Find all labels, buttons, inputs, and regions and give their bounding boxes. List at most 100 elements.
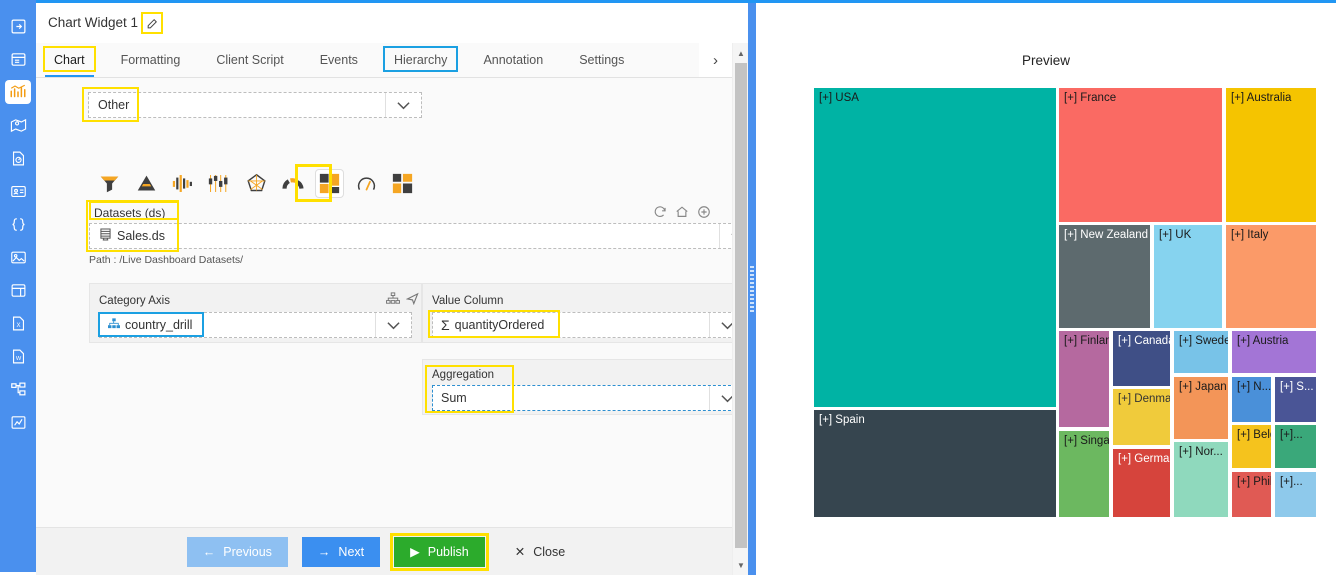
add-circle-icon[interactable] [697,205,712,220]
treemap-tile[interactable]: [+] Canada [1113,331,1170,386]
play-icon: ▶ [410,545,420,559]
chart-type-icon-bar [96,167,416,199]
histogram-chart-icon[interactable] [169,170,196,197]
treemap-tile[interactable]: [+] Austria [1232,331,1316,373]
treemap-tile[interactable]: [+] Singap... [1059,431,1109,517]
treemap-tile[interactable]: [+] Italy [1226,225,1316,328]
treemap-tile[interactable]: [+] Germany [1113,449,1170,517]
analytics-icon[interactable] [5,410,31,434]
treemap-tile-label: [+]... [1280,476,1303,488]
sigma-icon: Σ [441,317,450,333]
treemap-tile[interactable]: [+] Belg... [1232,425,1271,468]
editor-scrollbar[interactable]: ▲ ▼ [732,43,748,575]
dashboard-icon[interactable] [5,47,31,71]
chevron-down-icon[interactable] [385,93,421,117]
tab-chart-label: Chart [54,53,85,67]
treemap-tile[interactable]: [+] USA [814,88,1056,407]
hierarchy-tree-icon[interactable] [5,377,31,401]
code-braces-icon[interactable] [5,212,31,236]
publish-button[interactable]: ▶ Publish [390,532,489,571]
preview-pane: Preview [+] USA [+] Spain [+] France [+] Au… [756,3,1336,575]
tab-annotation[interactable]: Annotation [465,43,561,77]
tab-client-script-label: Client Script [216,53,284,67]
datasets-toolbar [653,205,712,220]
treemap-tile[interactable]: [+] New Zealand [1059,225,1150,328]
treemap-tile[interactable]: [+] Japan [1174,377,1228,439]
hierarchy-tool-icon[interactable] [386,292,400,310]
aggregation-select[interactable]: Sum [432,385,746,411]
splitter-grip [750,266,754,312]
datasets-select[interactable]: Sales.ds [89,223,756,249]
radar-chart-icon[interactable] [243,170,270,197]
refresh-icon[interactable] [653,205,668,220]
treemap-tile[interactable]: [+] N... [1232,377,1271,422]
value-column-value-chip[interactable]: Σ quantityOrdered [433,313,552,337]
pane-splitter[interactable] [748,3,756,575]
tab-events[interactable]: Events [302,43,376,77]
image-widget-icon[interactable] [5,245,31,269]
excel-export-icon[interactable]: X [5,311,31,335]
category-axis-select[interactable]: country_drill [99,312,412,338]
treemap-tile[interactable]: [+] Denmark [1113,389,1170,445]
value-column-select[interactable]: Σ quantityOrdered [432,312,746,338]
category-axis-panel: Category Axis country_drill [89,283,422,343]
treemap-tile[interactable]: [+] Nor... [1174,442,1228,517]
treemap-tile[interactable]: [+] France [1059,88,1222,222]
treemap-chart-icon[interactable] [316,169,343,197]
treemap-tile[interactable]: [+] S... [1275,377,1316,422]
drill-cursor-icon[interactable] [405,292,419,310]
datasets-value-chip[interactable]: Sales.ds [90,224,175,248]
scroll-up-icon[interactable]: ▲ [733,45,749,61]
treemap-tile[interactable]: [+] UK [1154,225,1222,328]
arrow-right-icon: → [317,544,331,559]
treemap-tile[interactable]: [+] Finland [1059,331,1109,427]
funnel-chart-icon[interactable] [96,170,123,197]
scrollbar-thumb[interactable] [735,63,747,548]
tab-events-label: Events [319,53,358,67]
category-axis-value-chip[interactable]: country_drill [100,313,200,337]
map-widget-icon[interactable] [5,113,31,137]
gauge-doc-icon[interactable] [5,146,31,170]
pencil-edit-icon[interactable] [141,12,163,34]
chevron-down-icon[interactable] [375,313,411,337]
treemap-tile[interactable]: [+] Spain [814,410,1056,517]
chart-type-select[interactable]: Other [88,92,422,118]
previous-button[interactable]: ← Previous [186,536,288,567]
treemap-tile[interactable]: [+]... [1275,472,1316,517]
home-icon[interactable] [675,205,690,220]
arrow-left-icon: ← [202,544,216,559]
next-button[interactable]: → Next [301,536,381,567]
treemap-tile[interactable]: [+]... [1275,425,1316,468]
pyramid-chart-icon[interactable] [133,170,160,197]
box-whisker-chart-icon[interactable] [206,170,233,197]
tilemap-chart-icon[interactable] [389,170,416,197]
treemap-tile-label: [+] N... [1237,381,1271,393]
tab-formatting[interactable]: Formatting [103,43,199,77]
tab-settings[interactable]: Settings [561,43,642,77]
semi-donut-chart-icon[interactable] [279,170,306,197]
tab-client-script[interactable]: Client Script [198,43,301,77]
tab-chart[interactable]: Chart [36,43,103,77]
database-icon [100,228,111,244]
chart-type-value: Other [98,98,130,112]
word-export-icon[interactable]: W [5,344,31,368]
aggregation-panel: Aggregation Sum [422,359,756,415]
treemap-tile-label: [+] Sweden [1179,335,1228,347]
treemap-tile-label: [+] Finland [1064,335,1109,347]
treemap-tile[interactable]: [+] Sweden [1174,331,1228,373]
card-widget-icon[interactable] [5,179,31,203]
treemap-chart[interactable]: [+] USA [+] Spain [+] France [+] Australia [… [814,88,1318,519]
treemap-tile-label: [+] Austria [1237,335,1289,347]
grid-widget-icon[interactable] [5,278,31,302]
tab-hierarchy[interactable]: Hierarchy [376,43,466,77]
treemap-tile[interactable]: [+] Phili... [1232,472,1271,517]
chart-widget-icon[interactable] [5,80,31,104]
treemap-tile-label: [+] Denmark [1118,393,1170,405]
tab-overflow-next-icon[interactable]: › [699,43,732,77]
close-button[interactable]: ✕ Close [498,536,582,567]
scroll-down-icon[interactable]: ▼ [733,557,749,573]
preview-title: Preview [1021,53,1070,68]
treemap-tile[interactable]: [+] Australia [1226,88,1316,222]
login-icon[interactable] [5,14,31,38]
gauge-chart-icon[interactable] [353,170,380,197]
